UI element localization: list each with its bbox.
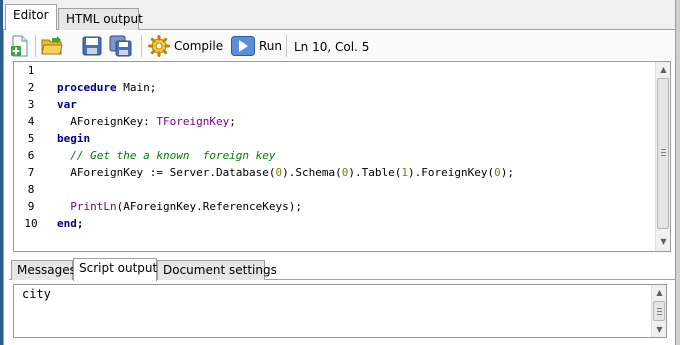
scroll-thumb[interactable]: [657, 78, 669, 229]
script-output-text: city: [22, 287, 51, 301]
code-line: var: [57, 98, 77, 111]
editor-scrollbar[interactable]: ▲ ▼: [655, 62, 670, 251]
script-output-panel[interactable]: city ▲ ▼: [13, 284, 667, 338]
tab-editor[interactable]: Editor: [5, 4, 57, 30]
code-line: PrintLn(AForeignKey.ReferenceKeys);: [70, 200, 303, 213]
save-all-icon: [109, 35, 132, 57]
scroll-up-icon[interactable]: ▲: [656, 62, 671, 77]
line-number: 1: [27, 64, 35, 77]
code-line: AForeignKey := Server.Database(0).Schema…: [57, 166, 514, 179]
cursor-position: Ln 10, Col. 5: [294, 40, 370, 54]
line-number: 5: [27, 132, 35, 145]
line-number-gutter: 1 2 3 4 5 6 7 8 9 10: [14, 62, 48, 251]
code-editor[interactable]: 1 2 3 4 5 6 7 8 9 10 procedure Main; var…: [13, 61, 671, 252]
scroll-down-icon[interactable]: ▼: [652, 322, 667, 337]
line-number: 4: [27, 115, 35, 128]
save-icon: [82, 36, 102, 56]
compile-label: Compile: [174, 39, 224, 53]
line-number: 7: [27, 166, 35, 179]
line-number: 3: [27, 98, 35, 111]
tab-document-settings[interactable]: Document settings: [157, 260, 277, 280]
window-right-edge: [675, 0, 680, 345]
code-line: procedure Main;: [57, 81, 157, 94]
play-icon: [231, 36, 255, 56]
toolbar: Compile Run Ln 10, Col. 5: [4, 31, 674, 60]
line-number: 9: [27, 200, 35, 213]
output-scrollbar[interactable]: ▲ ▼: [651, 285, 666, 337]
scroll-thumb[interactable]: [653, 301, 665, 321]
open-button[interactable]: [41, 34, 63, 58]
scroll-down-icon[interactable]: ▼: [656, 234, 671, 249]
code-area[interactable]: procedure Main; var AForeignKey: TForeig…: [57, 62, 653, 251]
tab-messages[interactable]: Messages: [11, 260, 76, 280]
new-file-icon: [11, 35, 28, 57]
open-folder-icon: [41, 36, 63, 55]
save-all-button[interactable]: [109, 34, 133, 58]
code-line: AForeignKey: TForeignKey;: [57, 115, 236, 128]
run-button[interactable]: Run: [231, 34, 282, 58]
run-label: Run: [259, 39, 283, 53]
gear-icon: [148, 35, 170, 57]
line-number: 6: [27, 149, 35, 162]
code-line: begin: [57, 132, 91, 145]
line-number: 2: [27, 81, 35, 94]
line-number: 8: [27, 183, 35, 196]
tab-html-output[interactable]: HTML output: [58, 8, 143, 30]
scroll-up-icon[interactable]: ▲: [652, 285, 667, 300]
top-tab-bar: Editor HTML output: [3, 4, 675, 30]
new-button[interactable]: [10, 34, 30, 58]
line-number: 10: [24, 217, 38, 230]
save-button[interactable]: [82, 34, 102, 58]
tab-script-output[interactable]: Script output: [73, 258, 157, 281]
compile-button[interactable]: Compile: [148, 34, 223, 58]
code-line: end;: [57, 217, 84, 230]
code-line: // Get the a known foreign key: [57, 149, 276, 162]
bottom-tab-bar: Messages Script output Document settings: [9, 258, 675, 281]
